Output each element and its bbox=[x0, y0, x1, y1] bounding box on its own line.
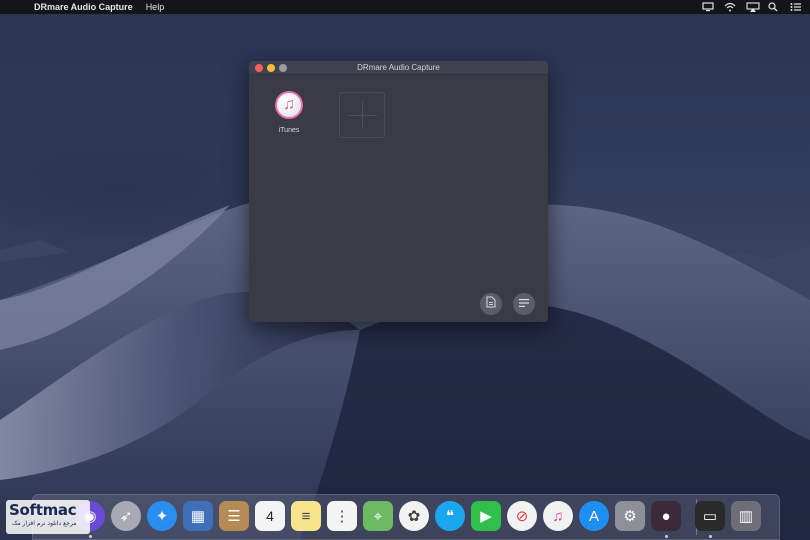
calendar-icon: 4 bbox=[266, 508, 274, 524]
contacts-icon: ☰ bbox=[227, 508, 241, 525]
dock-app-system-preferences[interactable]: ⚙ bbox=[615, 501, 645, 531]
close-window-button[interactable] bbox=[255, 64, 263, 72]
file-button[interactable] bbox=[480, 293, 502, 315]
window-controls bbox=[255, 64, 287, 72]
document-icon bbox=[486, 295, 496, 313]
dock-app-finder-window[interactable]: ▭ bbox=[695, 501, 725, 531]
menu-bar: DRmare Audio Capture Help bbox=[0, 0, 810, 14]
dock-app-trash[interactable]: ▥ bbox=[731, 501, 761, 531]
wifi-icon[interactable] bbox=[724, 2, 736, 12]
menu-app-name[interactable]: DRmare Audio Capture bbox=[34, 2, 133, 12]
dock-running-indicator bbox=[709, 535, 712, 538]
dock-app-notes[interactable]: ≡ bbox=[291, 501, 321, 531]
image-icon: ▦ bbox=[190, 508, 206, 525]
facetime-icon: ▶ bbox=[480, 508, 492, 525]
dock-app-reminders[interactable]: ⋮ bbox=[327, 501, 357, 531]
airplay-icon[interactable] bbox=[746, 2, 760, 12]
news-icon: ⊘ bbox=[515, 508, 529, 525]
microphone-icon: ● bbox=[661, 507, 671, 525]
app-tile-itunes[interactable]: ♫ iTunes bbox=[269, 91, 309, 134]
dock-app-music[interactable]: ♫ bbox=[543, 501, 573, 531]
window-icon: ▭ bbox=[702, 508, 718, 525]
search-icon[interactable] bbox=[768, 2, 780, 12]
add-app-button[interactable] bbox=[339, 92, 385, 138]
dock: ◉ ➶ ✦ ▦ ☰ 4 ≡ ⋮ ⌖ ✿ ❝ ▶ ⊘ ♫ A ⚙ ● ▭ ▥ bbox=[32, 494, 780, 540]
dock-running-indicator bbox=[665, 535, 668, 538]
monitor-icon[interactable] bbox=[702, 2, 714, 12]
window-title: DRmare Audio Capture bbox=[357, 63, 440, 72]
watermark-subtitle: مرجع دانلود نرم افزار مک bbox=[12, 520, 77, 527]
dock-app-contacts[interactable]: ☰ bbox=[219, 501, 249, 531]
photos-icon: ✿ bbox=[407, 508, 421, 525]
menu-help[interactable]: Help bbox=[146, 2, 165, 12]
dock-running-indicator bbox=[89, 535, 92, 538]
trash-icon: ▥ bbox=[738, 508, 754, 525]
dock-app-facetime[interactable]: ▶ bbox=[471, 501, 501, 531]
watermark-brand: Softmac bbox=[9, 501, 77, 519]
notification-center-icon[interactable] bbox=[790, 2, 802, 12]
app-window: DRmare Audio Capture ♫ iTunes bbox=[249, 61, 548, 322]
window-titlebar[interactable]: DRmare Audio Capture bbox=[249, 61, 548, 75]
dock-app-calendar[interactable]: 4 bbox=[255, 501, 285, 531]
dock-app-preview[interactable]: ▦ bbox=[183, 501, 213, 531]
gear-icon: ⚙ bbox=[623, 508, 637, 525]
dock-app-messages[interactable]: ❝ bbox=[435, 501, 465, 531]
app-tile-label: iTunes bbox=[278, 127, 300, 134]
dock-app-drmare[interactable]: ● bbox=[651, 501, 681, 531]
reminders-icon: ⋮ bbox=[334, 508, 350, 525]
dock-app-safari[interactable]: ✦ bbox=[147, 501, 177, 531]
dock-app-photos[interactable]: ✿ bbox=[399, 501, 429, 531]
list-icon bbox=[518, 295, 530, 313]
itunes-icon[interactable]: ♫ bbox=[275, 91, 303, 119]
dock-app-launchpad[interactable]: ➶ bbox=[111, 501, 141, 531]
map-icon: ⌖ bbox=[373, 507, 383, 525]
zoom-window-button[interactable] bbox=[279, 64, 287, 72]
rocket-icon: ➶ bbox=[119, 508, 133, 525]
watermark: Softmac مرجع دانلود نرم افزار مک bbox=[6, 500, 90, 534]
messages-icon: ❝ bbox=[445, 508, 455, 525]
status-icons bbox=[702, 0, 802, 14]
app-store-icon: A bbox=[588, 507, 599, 525]
dock-app-maps[interactable]: ⌖ bbox=[363, 501, 393, 531]
notes-icon: ≡ bbox=[301, 507, 311, 525]
dock-app-news[interactable]: ⊘ bbox=[507, 501, 537, 531]
list-button[interactable] bbox=[513, 293, 535, 315]
compass-icon: ✦ bbox=[155, 508, 169, 525]
music-icon: ♫ bbox=[552, 507, 564, 525]
dock-app-app-store[interactable]: A bbox=[579, 501, 609, 531]
minimize-window-button[interactable] bbox=[267, 64, 275, 72]
